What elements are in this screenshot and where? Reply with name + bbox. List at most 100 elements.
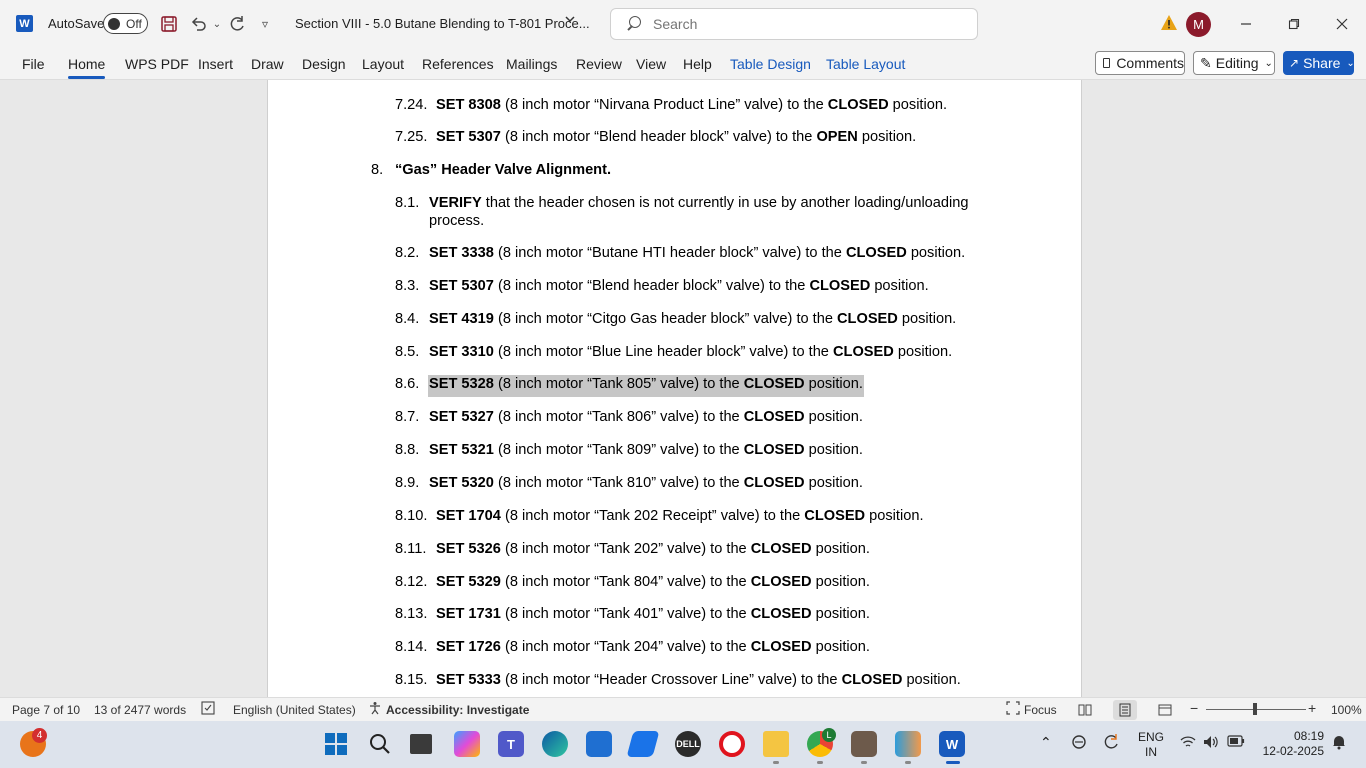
comment-icon bbox=[1103, 58, 1111, 68]
list-number: 7.24. bbox=[395, 97, 428, 113]
tab-references[interactable]: References bbox=[422, 56, 494, 72]
pencil-icon: ✎ bbox=[1200, 54, 1212, 71]
file-explorer-icon[interactable] bbox=[763, 731, 789, 757]
chrome-profile-badge: L bbox=[822, 728, 836, 742]
share-button[interactable]: ↗ Share ⌄ bbox=[1283, 51, 1355, 75]
accessibility-status[interactable]: Accessibility: Investigate bbox=[386, 703, 529, 717]
chevron-down-icon: ⌄ bbox=[1346, 57, 1355, 69]
list-item-text: SET 5320 (8 inch motor “Tank 810” valve)… bbox=[429, 475, 863, 491]
list-item-text: SET 5307 (8 inch motor “Blend header blo… bbox=[429, 278, 929, 294]
tab-design[interactable]: Design bbox=[302, 56, 346, 72]
list-number: 8.4. bbox=[395, 311, 420, 327]
tab-layout[interactable]: Layout bbox=[362, 56, 404, 72]
edge-icon[interactable] bbox=[542, 731, 568, 757]
search-input[interactable] bbox=[653, 16, 953, 32]
list-number: 8.7. bbox=[395, 409, 420, 425]
web-layout-icon[interactable] bbox=[1153, 700, 1177, 720]
chevron-down-icon: ⌄ bbox=[1264, 57, 1273, 69]
focus-button[interactable]: Focus bbox=[1024, 703, 1057, 717]
document-page[interactable]: 7.24. SET 8308 (8 inch motor “Nirvana Pro… bbox=[267, 80, 1082, 697]
store-icon[interactable] bbox=[586, 731, 612, 757]
list-number: 8.14. bbox=[395, 639, 428, 655]
tab-home[interactable]: Home bbox=[68, 56, 106, 79]
word-count[interactable]: 13 of 2477 words bbox=[94, 703, 186, 717]
list-number: 8.8. bbox=[395, 442, 420, 458]
tab-view[interactable]: View bbox=[636, 56, 666, 72]
list-number: 8.15. bbox=[395, 672, 428, 688]
list-number: 8. bbox=[371, 162, 384, 178]
running-indicator bbox=[861, 761, 867, 764]
print-layout-icon[interactable] bbox=[1113, 700, 1137, 720]
zoom-in-icon[interactable]: + bbox=[1308, 700, 1316, 716]
avatar[interactable]: M bbox=[1186, 12, 1211, 37]
customize-toolbar-icon[interactable]: ▿ bbox=[254, 13, 276, 35]
network-sync-icon[interactable] bbox=[1070, 733, 1088, 755]
chevron-up-icon[interactable]: ⌃ bbox=[1040, 735, 1052, 750]
tab-file[interactable]: File bbox=[22, 56, 45, 72]
language-status[interactable]: English (United States) bbox=[233, 703, 356, 717]
comments-button[interactable]: Comments bbox=[1095, 51, 1185, 75]
warning-icon[interactable] bbox=[1160, 14, 1178, 32]
zoom-slider-thumb[interactable] bbox=[1253, 703, 1257, 715]
undo-dropdown-icon[interactable]: ⌄ bbox=[206, 13, 228, 35]
close-icon[interactable] bbox=[1328, 10, 1356, 38]
word-taskbar-icon[interactable]: W bbox=[939, 731, 965, 757]
copilot-icon[interactable] bbox=[454, 731, 480, 757]
editing-mode-button[interactable]: ✎ Editing ⌄ bbox=[1193, 51, 1275, 75]
zoom-out-icon[interactable]: − bbox=[1190, 700, 1198, 716]
autosave-toggle[interactable]: Off bbox=[103, 13, 148, 34]
tab-table-design[interactable]: Table Design bbox=[730, 56, 811, 72]
save-icon[interactable] bbox=[158, 13, 180, 35]
maximize-icon[interactable] bbox=[1280, 10, 1308, 38]
tab-help[interactable]: Help bbox=[683, 56, 712, 72]
active-indicator bbox=[946, 761, 960, 764]
wifi-icon[interactable] bbox=[1180, 735, 1196, 753]
document-title[interactable]: Section VIII - 5.0 Butane Blending to T-… bbox=[295, 16, 590, 31]
power-automate-icon[interactable] bbox=[626, 731, 660, 757]
battery-icon[interactable] bbox=[1227, 735, 1245, 751]
tab-insert[interactable]: Insert bbox=[198, 56, 233, 72]
page-count[interactable]: Page 7 of 10 bbox=[12, 703, 80, 717]
taskbar: 4 T DELL L W ⌃ ENG IN 08:19 12-02-2025 bbox=[0, 721, 1366, 768]
tab-draw[interactable]: Draw bbox=[251, 56, 284, 72]
running-indicator bbox=[773, 761, 779, 764]
list-item-text: SET 5321 (8 inch motor “Tank 809” valve)… bbox=[429, 442, 863, 458]
chevron-down-icon[interactable] bbox=[564, 13, 576, 28]
proofing-icon[interactable] bbox=[201, 701, 215, 718]
dell-icon[interactable]: DELL bbox=[675, 731, 701, 757]
input-language[interactable]: ENG IN bbox=[1138, 730, 1164, 760]
windows-start-icon[interactable] bbox=[323, 731, 349, 757]
list-item-text: SET 5327 (8 inch motor “Tank 806” valve)… bbox=[429, 409, 863, 425]
list-number: 8.9. bbox=[395, 475, 420, 491]
tab-mailings[interactable]: Mailings bbox=[506, 56, 557, 72]
list-number: 8.5. bbox=[395, 344, 420, 360]
list-item-text: SET 4319 (8 inch motor “Citgo Gas header… bbox=[429, 311, 957, 327]
zoom-level[interactable]: 100% bbox=[1331, 703, 1362, 717]
read-mode-icon[interactable] bbox=[1073, 700, 1097, 720]
contacts-app-icon[interactable] bbox=[851, 731, 877, 757]
minimize-icon[interactable] bbox=[1232, 10, 1260, 38]
list-item-text: VERIFY that the header chosen is not cur… bbox=[429, 195, 969, 229]
refresh-icon[interactable] bbox=[1102, 733, 1120, 755]
document-canvas[interactable]: 7.24. SET 8308 (8 inch motor “Nirvana Pro… bbox=[0, 80, 1366, 697]
teams-icon[interactable]: T bbox=[498, 731, 524, 757]
clock[interactable]: 08:19 12-02-2025 bbox=[1262, 729, 1324, 759]
notifications-icon[interactable] bbox=[1331, 734, 1347, 754]
list-item-text: SET 5333 (8 inch motor “Header Crossover… bbox=[436, 672, 961, 688]
list-item-text: SET 5307 (8 inch motor “Blend header blo… bbox=[436, 129, 917, 145]
list-number: 8.13. bbox=[395, 606, 428, 622]
tab-wps-pdf[interactable]: WPS PDF bbox=[125, 56, 189, 72]
list-number: 8.2. bbox=[395, 245, 420, 261]
people-app-icon[interactable] bbox=[895, 731, 921, 757]
tab-table-layout[interactable]: Table Layout bbox=[826, 56, 905, 72]
list-number: 8.3. bbox=[395, 278, 420, 294]
list-item-text: “Gas” Header Valve Alignment. bbox=[395, 162, 612, 178]
task-view-icon[interactable] bbox=[410, 734, 432, 754]
search-box[interactable] bbox=[610, 8, 978, 40]
redo-icon[interactable] bbox=[226, 13, 248, 35]
search-icon[interactable] bbox=[367, 731, 393, 757]
tab-review[interactable]: Review bbox=[576, 56, 622, 72]
word-icon: W bbox=[16, 15, 33, 32]
opera-icon[interactable] bbox=[719, 731, 745, 757]
volume-icon[interactable] bbox=[1203, 735, 1219, 753]
